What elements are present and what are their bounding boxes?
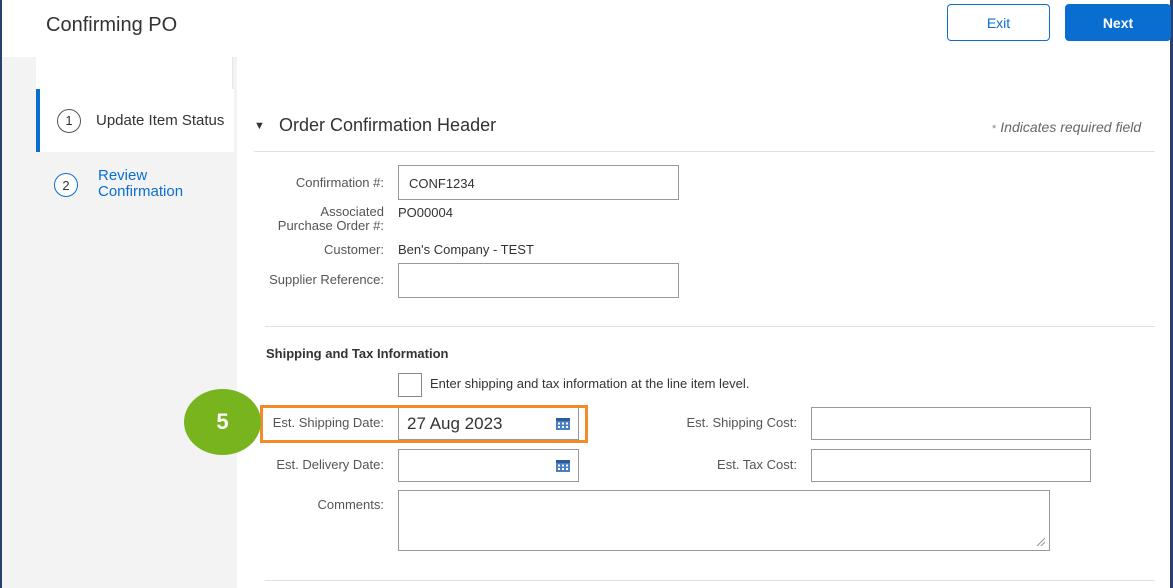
customer-label: Customer: (324, 242, 384, 257)
step-number-2: 2 (54, 173, 78, 197)
comments-label: Comments: (317, 497, 384, 512)
est-shipping-cost-label: Est. Shipping Cost: (686, 415, 797, 430)
step-label-update-item-status: Update Item Status (96, 112, 225, 129)
section-title: Order Confirmation Header (279, 115, 497, 135)
po-label-line2: Purchase Order #: (277, 218, 384, 233)
confirmation-label: Confirmation #: (295, 175, 384, 190)
po-label-line1: Associated (320, 204, 384, 219)
left-gutter (2, 57, 36, 588)
est-delivery-date-label: Est. Delivery Date: (276, 457, 384, 472)
divider (265, 326, 1155, 327)
calendar-icon[interactable] (556, 460, 570, 472)
confirmation-value: CONF1234 (409, 176, 475, 191)
page-title: Confirming PO (46, 14, 178, 36)
step-review-confirmation[interactable]: 2 Review Confirmation (54, 168, 208, 200)
po-value: PO00004 (398, 205, 453, 220)
line-item-level-checkbox[interactable] (398, 373, 422, 397)
collapse-triangle-icon[interactable]: ▼ (254, 120, 265, 132)
divider (265, 580, 1155, 581)
step-label-review-confirmation: Review Confirmation (98, 167, 184, 200)
app-frame: Confirming PO Exit Next 1 Update Item St… (0, 0, 1173, 588)
step-number-1: 1 (57, 108, 81, 133)
est-tax-cost-input[interactable] (811, 449, 1091, 482)
sidebar-top (36, 57, 233, 89)
step-update-item-status[interactable]: 1 Update Item Status (36, 89, 234, 152)
confirmation-input[interactable]: CONF1234 (398, 165, 679, 200)
shipping-tax-heading: Shipping and Tax Information (266, 346, 449, 361)
est-tax-cost-label: Est. Tax Cost: (717, 457, 797, 472)
est-delivery-date-input[interactable] (398, 449, 579, 482)
step-callout-badge: 5 (184, 389, 261, 455)
customer-value: Ben's Company - TEST (398, 242, 534, 257)
required-field-note: * Indicates required field (992, 119, 1141, 135)
line-item-level-label: Enter shipping and tax information at th… (430, 376, 750, 391)
required-note-text: Indicates required field (1000, 119, 1142, 135)
supplier-reference-input[interactable] (398, 263, 679, 298)
exit-button[interactable]: Exit (947, 4, 1050, 41)
sidebar-background (36, 152, 233, 588)
resize-grip-icon[interactable] (1037, 538, 1045, 546)
required-star: * (992, 123, 997, 135)
est-shipping-cost-input[interactable] (811, 407, 1091, 440)
supplier-reference-label: Supplier Reference: (269, 272, 384, 287)
next-button[interactable]: Next (1065, 4, 1171, 41)
comments-textarea[interactable] (398, 490, 1050, 551)
highlight-box (260, 405, 588, 443)
po-label: Associated Purchase Order #: (252, 205, 384, 233)
divider (254, 151, 1155, 152)
